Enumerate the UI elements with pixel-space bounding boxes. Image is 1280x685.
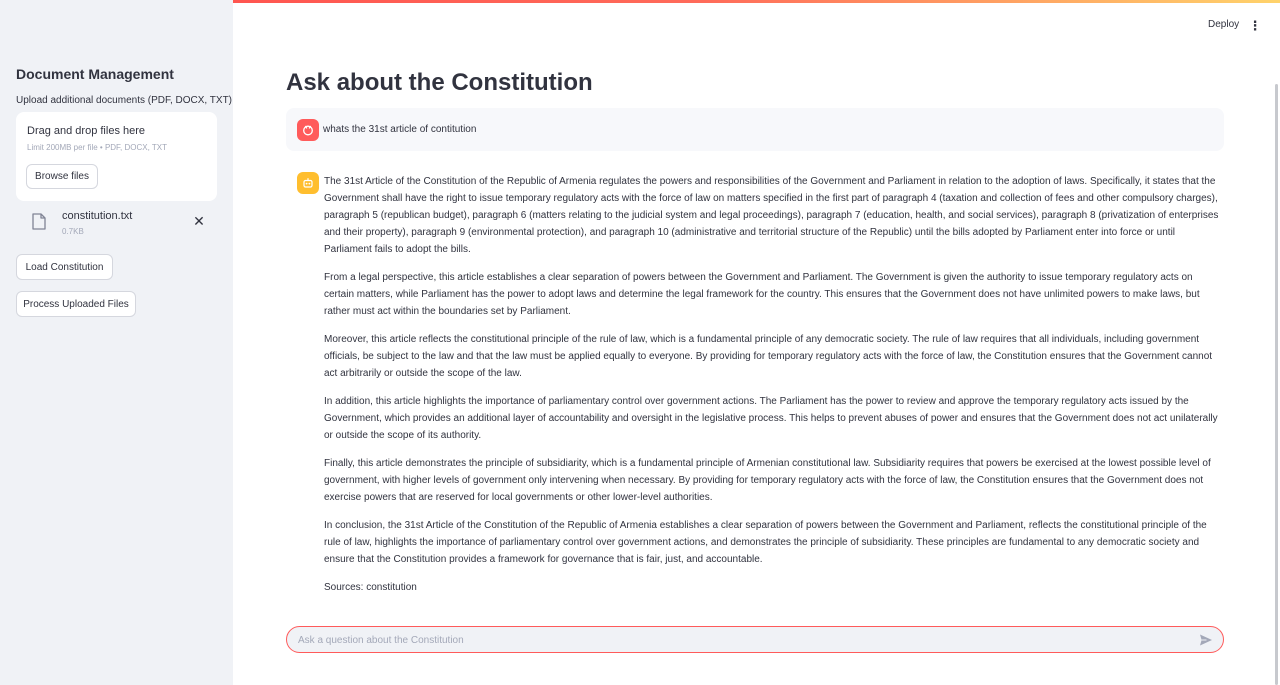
sources-text: Sources: constitution [324, 582, 417, 593]
file-dropzone[interactable]: Drag and drop files here Limit 200MB per… [16, 112, 217, 201]
dropzone-limit: Limit 200MB per file • PDF, DOCX, TXT [27, 143, 168, 152]
assistant-avatar-icon [297, 172, 319, 194]
assistant-paragraph: From a legal perspective, this article e… [324, 272, 1200, 317]
cut-off-previous-text [324, 36, 789, 45]
chat-input[interactable] [298, 632, 1178, 648]
deploy-button[interactable]: Deploy [1208, 19, 1239, 30]
assistant-message: The 31st Article of the Constitution of … [324, 173, 1224, 596]
dropzone-title: Drag and drop files here [27, 125, 146, 137]
file-size: 0.7KB [62, 227, 84, 236]
uploaded-file-item: constitution.txt 0.7KB ✕ [30, 208, 210, 240]
upload-label: Upload additional documents (PDF, DOCX, … [16, 95, 233, 106]
file-name: constitution.txt [62, 210, 133, 222]
page-title: Ask about the Constitution [286, 69, 593, 96]
load-constitution-button[interactable]: Load Constitution [16, 254, 113, 280]
assistant-paragraph: The 31st Article of the Constitution of … [324, 176, 1219, 255]
assistant-paragraph: Finally, this article demonstrates the p… [324, 458, 1211, 503]
file-icon [32, 213, 46, 230]
sidebar-title: Document Management [16, 66, 174, 82]
user-message: whats the 31st article of contitution [286, 108, 1224, 151]
assistant-paragraph: In conclusion, the 31st Article of the C… [324, 520, 1207, 565]
kebab-menu-icon[interactable]: ⋮ [1249, 18, 1262, 33]
user-message-text: whats the 31st article of contitution [323, 124, 477, 135]
remove-file-icon[interactable]: ✕ [192, 213, 206, 229]
sidebar: Document Management Upload additional do… [0, 0, 233, 685]
browse-files-button[interactable]: Browse files [26, 164, 98, 189]
assistant-paragraph: Moreover, this article reflects the cons… [324, 334, 1213, 379]
scrollbar[interactable] [1275, 84, 1278, 685]
send-icon[interactable] [1199, 633, 1213, 647]
user-avatar-icon [297, 119, 319, 141]
assistant-paragraph: In addition, this article highlights the… [324, 396, 1218, 441]
chat-input-container [286, 626, 1224, 653]
process-uploaded-files-button[interactable]: Process Uploaded Files [16, 291, 136, 317]
